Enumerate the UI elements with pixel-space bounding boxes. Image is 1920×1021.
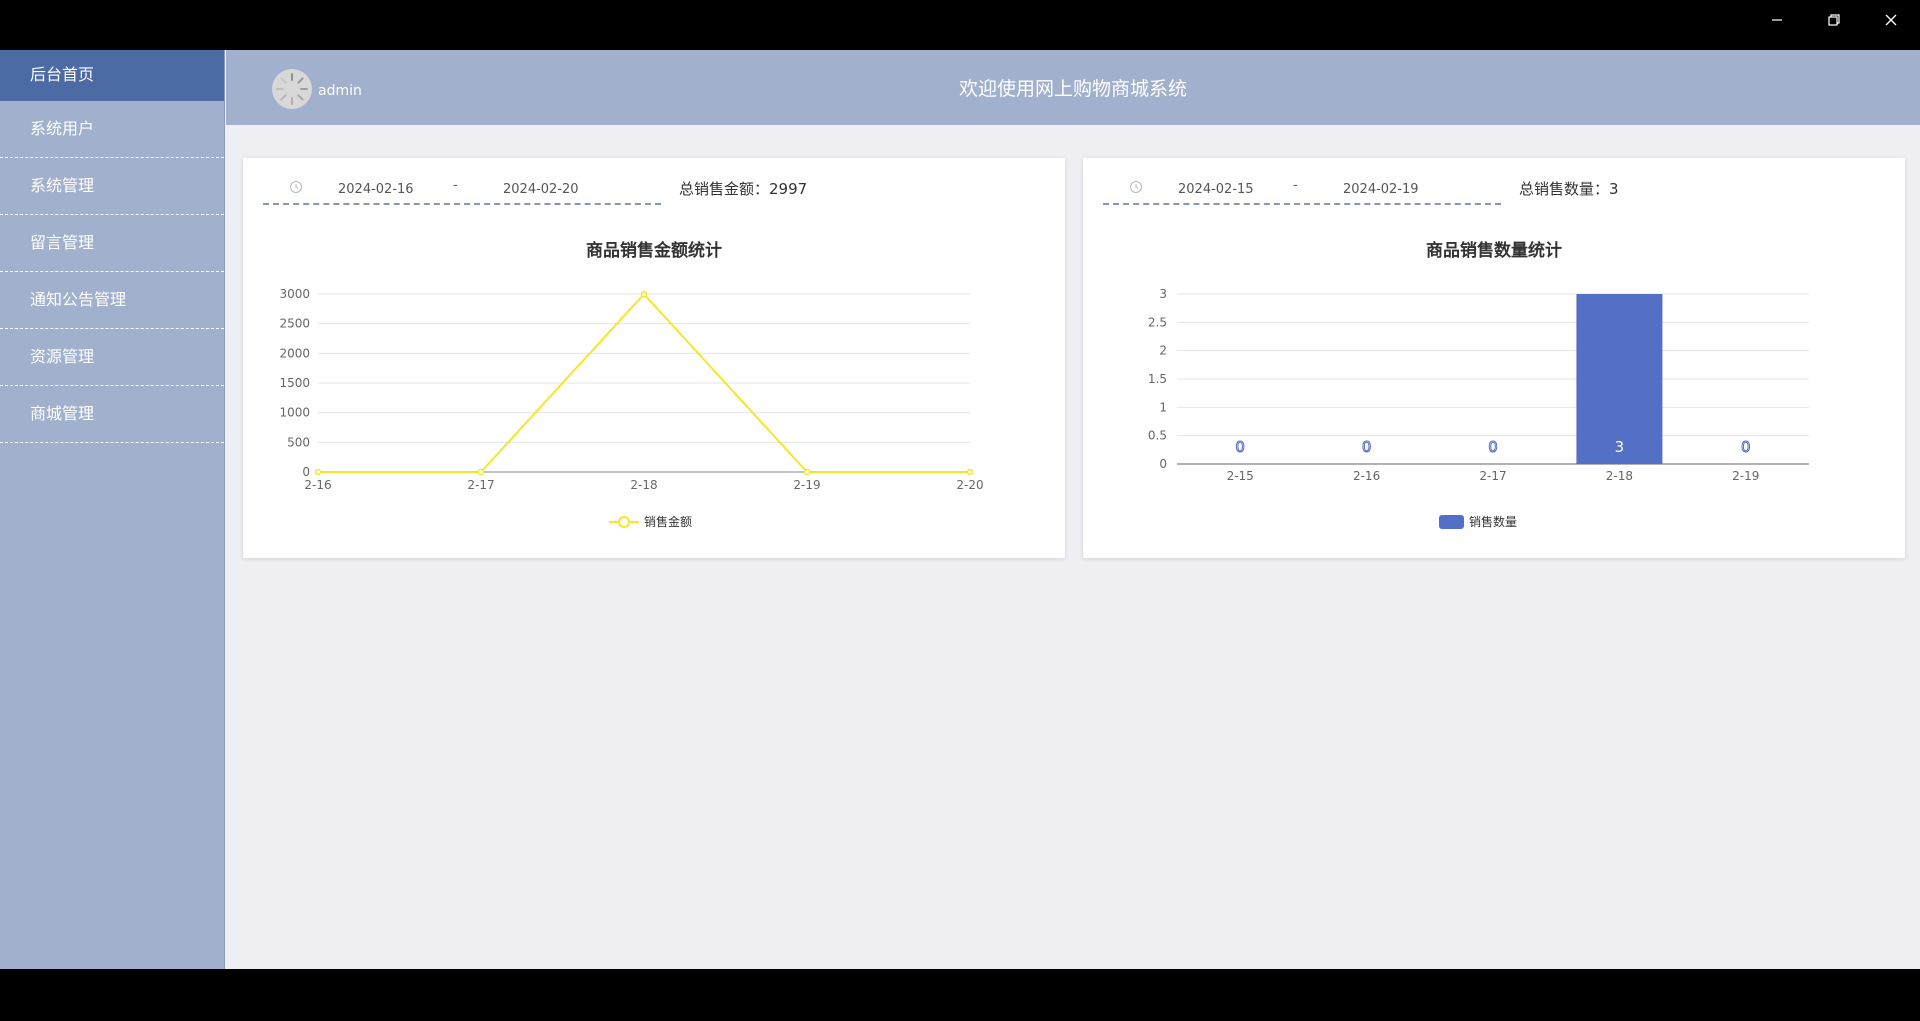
y-tick-label: 1000: [279, 406, 310, 420]
x-tick-label: 2-18: [1606, 469, 1633, 483]
legend-marker: [618, 516, 630, 528]
close-icon: [1885, 14, 1897, 26]
y-tick-label: 0.5: [1148, 429, 1167, 443]
minimize-icon: [1772, 19, 1782, 21]
sidebar-item-system-users[interactable]: 系统用户: [0, 101, 224, 158]
y-tick-label: 1: [1159, 400, 1167, 414]
y-tick-label: 0: [302, 465, 310, 479]
y-tick-label: 2: [1159, 344, 1167, 358]
legend-marker: [1439, 515, 1464, 529]
y-tick-label: 0: [1159, 457, 1167, 471]
y-tick-label: 2.5: [1148, 315, 1167, 329]
sidebar-item-system-management[interactable]: 系统管理: [0, 158, 224, 215]
data-point: [966, 468, 974, 476]
x-tick-label: 2-18: [630, 478, 657, 492]
sidebar-item-resource-management[interactable]: 资源管理: [0, 329, 224, 386]
y-tick-label: 1500: [279, 376, 310, 390]
data-label: 0: [1741, 438, 1751, 456]
top-header: admin 欢迎使用网上购物商城系统: [226, 50, 1920, 125]
x-tick-label: 2-16: [304, 478, 331, 492]
x-tick-label: 2-17: [1479, 469, 1506, 483]
data-point: [640, 290, 648, 298]
data-label: 0: [1235, 438, 1245, 456]
sidebar-item-mall-management[interactable]: 商城管理: [0, 386, 224, 443]
data-point: [477, 468, 485, 476]
y-tick-label: 3000: [279, 287, 310, 301]
bar-chart: 0 0.5 1 1.5 2 2.5 3 2-15 0 2-16 0 2-17 0 2-18 3 2-19 0 销售…: [1148, 287, 1809, 529]
app-window: 后台首页 系统用户 系统管理 留言管理 通知公告管理 资源管理 商城管理 adm…: [0, 50, 1920, 969]
restore-button[interactable]: [1805, 0, 1863, 40]
data-point: [314, 468, 322, 476]
x-tick-label: 2-17: [467, 478, 494, 492]
y-tick-label: 500: [287, 435, 310, 449]
restore-icon: [1828, 14, 1840, 26]
minimize-button[interactable]: [1748, 0, 1806, 40]
page-title: 欢迎使用网上购物商城系统: [958, 78, 1187, 100]
legend-label: 销售数量: [1469, 514, 1517, 529]
window-titlebar: [0, 0, 1920, 50]
y-tick-label: 3: [1159, 287, 1167, 301]
close-button[interactable]: [1862, 0, 1920, 40]
data-label: 0: [1488, 438, 1498, 456]
data-point: [803, 468, 811, 476]
line-chart: 0 500 1000 1500 2000 2500 3000 2-16 2-17 2-18 2-19…: [279, 287, 983, 529]
sales-amount-card: 2024-02-16 - 2024-02-20 总销售金额：2997 商品销售金…: [243, 158, 1065, 558]
data-label: 0: [1362, 438, 1372, 456]
sidebar: 后台首页 系统用户 系统管理 留言管理 通知公告管理 资源管理 商城管理: [0, 50, 225, 969]
data-label: 3: [1615, 438, 1625, 456]
sidebar-item-notice-management[interactable]: 通知公告管理: [0, 272, 224, 329]
x-tick-label: 2-19: [1732, 469, 1759, 483]
bottom-bar: [0, 969, 1920, 1021]
x-tick-label: 2-20: [956, 478, 983, 492]
y-tick-label: 2500: [279, 317, 310, 331]
sidebar-item-home[interactable]: 后台首页: [0, 50, 224, 101]
y-tick-label: 2000: [279, 346, 310, 360]
sales-quantity-card: 2024-02-15 - 2024-02-19 总销售数量：3 商品销售数量统计…: [1083, 158, 1905, 558]
legend-label: 销售金额: [644, 514, 692, 529]
y-tick-label: 1.5: [1148, 372, 1167, 386]
sidebar-item-message-management[interactable]: 留言管理: [0, 215, 224, 272]
x-tick-label: 2-15: [1227, 469, 1254, 483]
x-tick-label: 2-19: [793, 478, 820, 492]
x-tick-label: 2-16: [1353, 469, 1380, 483]
